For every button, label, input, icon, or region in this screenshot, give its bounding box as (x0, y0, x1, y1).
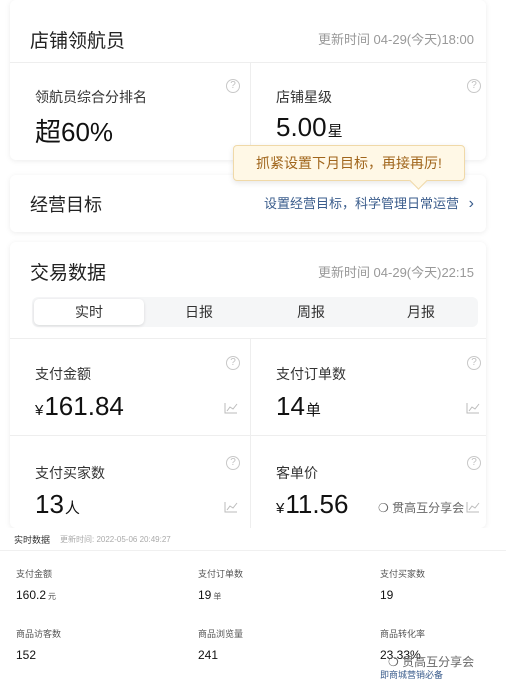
help-icon[interactable]: ? (467, 356, 481, 370)
realtime-value: 152 (16, 648, 36, 662)
tab-monthly[interactable]: 月报 (366, 299, 476, 325)
business-goal-title: 经营目标 (30, 195, 102, 215)
metric-unit: 人 (64, 500, 80, 517)
help-icon[interactable]: ? (226, 79, 240, 93)
goal-reminder-tooltip: 抓紧设置下月目标，再接再厉! (233, 145, 465, 181)
tab-weekly[interactable]: 周报 (256, 299, 366, 325)
realtime-value: 160.2 元 (16, 588, 56, 602)
metric-unit: 单 (305, 402, 321, 419)
realtime-value: 19 单 (198, 588, 221, 602)
help-icon[interactable]: ? (226, 356, 240, 370)
realtime-label: 商品转化率 (380, 629, 426, 639)
realtime-label: 支付金额 (16, 569, 53, 579)
rank-label: 领航员综合分排名 (35, 89, 147, 105)
set-goal-link[interactable]: 设置经营目标，科学管理日常运营 › (264, 193, 474, 213)
metric-number: 13 (35, 489, 64, 519)
metric-number: 161.84 (44, 391, 124, 421)
realtime-data-title: 实时数据 (14, 535, 51, 545)
divider (10, 435, 486, 436)
currency-symbol: ¥ (35, 402, 44, 419)
tab-realtime[interactable]: 实时 (34, 299, 144, 325)
chevron-right-icon: › (468, 195, 474, 212)
rank-value: 超60% (35, 117, 114, 147)
trend-chart-icon[interactable] (466, 501, 480, 513)
metric-value: 13人 (35, 489, 80, 520)
store-leader-update-time: 更新时间 04-29(今天)18:00 (317, 32, 474, 47)
trend-chart-icon[interactable] (224, 402, 238, 414)
realtime-data-time: 更新时间: 2022-05-06 20:49:27 (60, 535, 171, 544)
metric-label: 支付订单数 (276, 366, 346, 382)
divider (10, 338, 486, 339)
divider (10, 62, 486, 63)
realtime-label: 商品访客数 (16, 629, 62, 639)
watermark-subtitle: 即商城营销必备 (380, 670, 444, 680)
currency-symbol: ¥ (276, 500, 285, 517)
trend-chart-icon[interactable] (224, 501, 238, 513)
divider (0, 550, 506, 551)
realtime-data-panel: 实时数据 更新时间: 2022-05-06 20:49:27 支付金额 160.… (0, 528, 506, 689)
metric-label: 支付买家数 (35, 465, 105, 481)
tab-daily[interactable]: 日报 (144, 299, 254, 325)
trade-data-update-time: 更新时间 04-29(今天)22:15 (317, 265, 474, 280)
realtime-number: 19 (380, 588, 394, 602)
realtime-label: 商品浏览量 (198, 629, 244, 639)
realtime-number: 160.2 (16, 588, 47, 602)
realtime-value: 19 (380, 588, 393, 602)
realtime-unit: 元 (48, 592, 57, 601)
star-number: 5.00 (276, 112, 327, 142)
metric-value: ¥161.84 (35, 391, 124, 422)
star-label: 店铺星级 (276, 89, 332, 105)
realtime-label: 支付买家数 (380, 569, 426, 579)
metric-label: 支付金额 (35, 366, 91, 382)
realtime-number: 152 (16, 648, 37, 662)
store-leader-card: 店铺领航员 更新时间 04-29(今天)18:00 领航员综合分排名 ? 超60… (10, 0, 486, 160)
realtime-label: 支付订单数 (198, 569, 244, 579)
store-leader-title: 店铺领航员 (30, 31, 126, 52)
wechat-icon: ❍ (378, 501, 389, 515)
watermark: ❍ 贯高互分享会 (378, 499, 464, 516)
help-icon[interactable]: ? (467, 79, 481, 93)
set-goal-link-text: 设置经营目标，科学管理日常运营 (264, 196, 460, 211)
watermark-text: 贯高互分享会 (402, 655, 475, 669)
trend-chart-icon[interactable] (466, 402, 480, 414)
metric-value: ¥11.56 (276, 489, 348, 520)
trade-data-card: 交易数据 更新时间 04-29(今天)22:15 实时 日报 周报 月报 支付金… (10, 242, 486, 528)
metric-number: 11.56 (285, 489, 349, 519)
realtime-number: 19 (198, 588, 212, 602)
realtime-value: 241 (198, 648, 218, 662)
period-tabs: 实时 日报 周报 月报 (32, 297, 478, 327)
help-icon[interactable]: ? (467, 456, 481, 470)
trade-data-title: 交易数据 (30, 263, 107, 284)
metric-value: 14单 (276, 391, 321, 422)
metric-number: 14 (276, 391, 305, 421)
star-unit: 星 (327, 123, 343, 140)
watermark-text: 贯高互分享会 (392, 501, 465, 515)
help-icon[interactable]: ? (226, 456, 240, 470)
wechat-icon: ❍ (388, 655, 399, 669)
divider (250, 338, 251, 528)
star-value: 5.00星 (276, 112, 343, 143)
realtime-unit: 单 (213, 592, 222, 601)
realtime-number: 241 (198, 648, 219, 662)
metric-label: 客单价 (276, 465, 318, 481)
